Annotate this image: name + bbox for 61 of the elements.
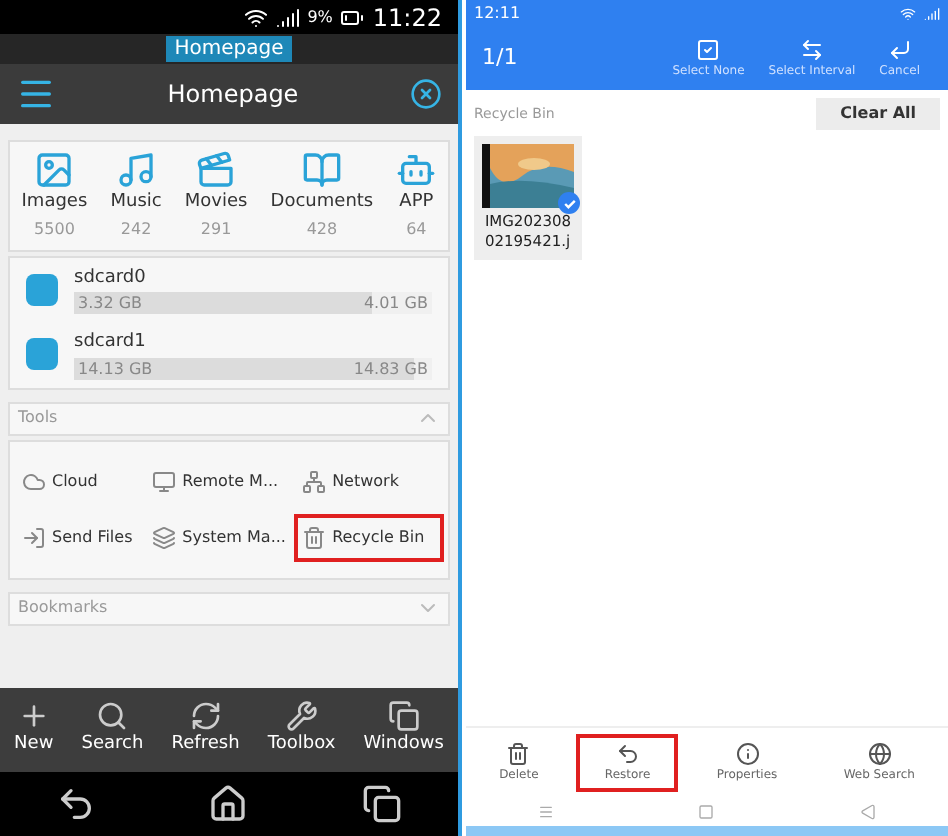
sd-card-icon — [26, 338, 58, 371]
arrows-icon — [799, 37, 824, 61]
trash-icon — [506, 742, 531, 766]
trash-icon — [302, 525, 327, 549]
cloud-icon — [22, 469, 46, 493]
category-item[interactable]: APP 64 — [396, 150, 437, 241]
total-size: 14.83 GB — [353, 357, 428, 381]
selection-count: 1/1 — [482, 41, 520, 74]
tool-item[interactable]: Network — [294, 457, 444, 505]
toolbar-button[interactable]: Toolbox — [267, 700, 336, 760]
storage-item[interactable]: sdcard0 3.32 GB 4.01 GB — [10, 265, 448, 314]
book-icon — [301, 150, 342, 190]
wifi-icon — [900, 5, 916, 21]
total-size: 4.01 GB — [363, 292, 428, 316]
robot-icon — [396, 150, 437, 190]
close-icon[interactable] — [410, 78, 442, 110]
storage-item[interactable]: sdcard1 14.13 GB 14.83 GB — [10, 330, 448, 379]
sd-card-icon — [26, 273, 58, 306]
battery-text: 9% — [307, 5, 333, 29]
used-size: 14.13 GB — [78, 357, 153, 381]
clock: 12:11 — [474, 1, 521, 25]
home-icon[interactable] — [208, 784, 249, 824]
clapperboard-icon — [196, 150, 237, 190]
category-item[interactable]: Documents 428 — [270, 150, 374, 241]
return-icon — [887, 37, 912, 61]
used-size: 3.32 GB — [78, 292, 143, 316]
monitor-icon — [152, 469, 177, 493]
tool-item[interactable]: Remote M... — [144, 457, 295, 505]
header-title: Homepage — [165, 78, 301, 112]
checkbox-icon — [696, 37, 721, 61]
category-item[interactable]: Music 242 — [110, 150, 162, 241]
clear-all-button[interactable]: Clear All — [816, 98, 940, 130]
tool-item[interactable]: System Ma... — [144, 513, 295, 561]
recents-icon[interactable] — [361, 784, 402, 824]
category-item[interactable]: Movies 291 — [184, 150, 248, 241]
login-icon — [22, 525, 46, 549]
refresh-icon — [189, 700, 222, 733]
toolbar-button[interactable]: Windows — [363, 700, 444, 760]
clock: 11:22 — [372, 1, 442, 35]
toolbar-button[interactable]: New — [14, 700, 54, 760]
copy-icon — [387, 700, 420, 733]
globe-icon — [867, 742, 892, 766]
undo-icon — [615, 742, 640, 766]
image-icon — [34, 150, 75, 190]
wrench-icon — [285, 700, 318, 733]
search-icon — [96, 700, 129, 733]
tool-item[interactable]: Cloud — [14, 457, 145, 505]
window-tab[interactable]: Homepage — [166, 36, 292, 62]
toolbar-button[interactable]: Refresh — [171, 700, 240, 760]
category-item[interactable]: Images 5500 — [21, 150, 88, 241]
toolbar-button[interactable]: Search — [81, 700, 144, 760]
tool-item[interactable]: Recycle Bin — [294, 513, 444, 561]
info-icon — [735, 742, 759, 766]
layers-icon — [152, 525, 177, 549]
network-icon — [302, 469, 327, 493]
music-note-icon — [116, 150, 157, 190]
signal-icon — [924, 5, 940, 21]
wifi-icon — [243, 5, 268, 29]
battery-icon — [340, 5, 365, 29]
back-icon[interactable] — [56, 784, 97, 824]
tool-item[interactable]: Send Files — [14, 513, 145, 561]
